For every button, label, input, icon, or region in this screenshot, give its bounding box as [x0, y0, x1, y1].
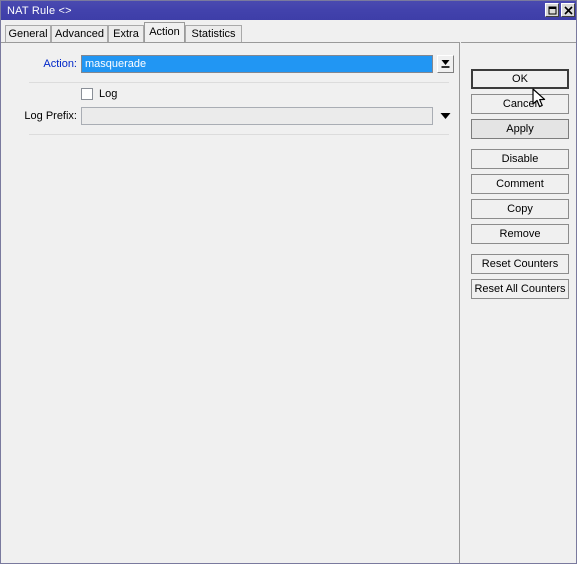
- comment-button[interactable]: Comment: [471, 174, 569, 194]
- tab-statistics[interactable]: Statistics: [185, 25, 242, 42]
- title-bar[interactable]: NAT Rule <>: [1, 1, 576, 20]
- nat-rule-dialog: NAT Rule <> General Advanced Extra Actio…: [0, 0, 577, 564]
- tab-general[interactable]: General: [5, 25, 51, 42]
- copy-button[interactable]: Copy: [471, 199, 569, 219]
- action-tab-panel: Action: masquerade Log Log Prefix:: [1, 42, 460, 563]
- log-prefix-row: Log Prefix:: [1, 107, 460, 125]
- tab-extra[interactable]: Extra: [108, 25, 144, 42]
- close-icon: [563, 5, 573, 15]
- log-label: Log: [99, 88, 118, 100]
- chevron-down-icon: [440, 113, 450, 119]
- combo-down-arrow-icon: [441, 60, 450, 68]
- action-value: masquerade: [83, 56, 431, 72]
- tab-bar: General Advanced Extra Action Statistics: [1, 20, 576, 42]
- maximize-button[interactable]: [545, 3, 559, 17]
- reset-all-counters-button[interactable]: Reset All Counters: [471, 279, 569, 299]
- action-dropdown-button[interactable]: [437, 55, 454, 73]
- cancel-button[interactable]: Cancel: [471, 94, 569, 114]
- action-input[interactable]: masquerade: [81, 55, 433, 73]
- window-title: NAT Rule <>: [7, 4, 72, 17]
- section-divider-2: [29, 134, 449, 135]
- disable-button[interactable]: Disable: [471, 149, 569, 169]
- log-checkbox[interactable]: [81, 88, 93, 100]
- log-prefix-input[interactable]: [81, 107, 433, 125]
- maximize-icon: [548, 6, 556, 14]
- tab-action[interactable]: Action: [144, 22, 185, 42]
- remove-button[interactable]: Remove: [471, 224, 569, 244]
- reset-counters-button[interactable]: Reset Counters: [471, 254, 569, 274]
- window-controls: [545, 3, 575, 17]
- action-label: Action:: [43, 58, 77, 70]
- ok-button[interactable]: OK: [471, 69, 569, 89]
- apply-button[interactable]: Apply: [471, 119, 569, 139]
- dialog-button-panel: OK Cancel Apply Disable Comment Copy Rem…: [461, 42, 576, 563]
- section-divider: [29, 82, 449, 83]
- tab-advanced[interactable]: Advanced: [51, 25, 108, 42]
- log-prefix-dropdown-button[interactable]: [437, 107, 453, 125]
- action-row: Action: masquerade: [1, 55, 460, 73]
- log-row: Log: [1, 88, 460, 100]
- close-button[interactable]: [561, 3, 575, 17]
- log-prefix-label: Log Prefix:: [24, 110, 77, 122]
